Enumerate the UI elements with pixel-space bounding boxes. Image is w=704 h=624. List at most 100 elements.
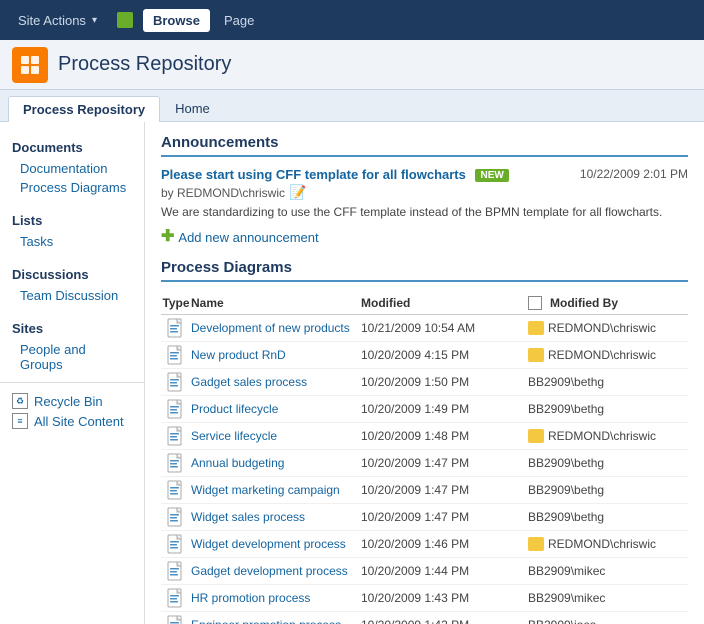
announcement-by: by REDMOND\chriswic 📝: [161, 184, 688, 201]
announcement-body: We are standardizing to use the CFF temp…: [161, 205, 688, 219]
cell-modified: 10/20/2009 1:44 PM: [361, 564, 528, 578]
cell-name[interactable]: New product RnD: [191, 348, 361, 362]
cell-type-icon: [161, 480, 191, 500]
cell-modified-by: REDMOND\chriswic: [528, 429, 688, 443]
cell-modified: 10/20/2009 1:47 PM: [361, 483, 528, 497]
cell-name[interactable]: Gadget sales process: [191, 375, 361, 389]
table-row: New product RnD10/20/2009 4:15 PMREDMOND…: [161, 342, 688, 369]
announcements-title: Announcements: [161, 134, 688, 157]
browse-tab-btn[interactable]: Browse: [143, 9, 210, 32]
cell-name[interactable]: Widget marketing campaign: [191, 483, 361, 497]
all-site-content-label: All Site Content: [34, 414, 124, 429]
cell-modified-by: BB2909\bethg: [528, 510, 688, 524]
cell-type-icon: [161, 588, 191, 608]
settings-icon-btn[interactable]: [111, 8, 139, 32]
cell-type-icon: [161, 372, 191, 392]
cell-name[interactable]: Widget development process: [191, 537, 361, 551]
cell-modified: 10/20/2009 1:47 PM: [361, 510, 528, 524]
diagram-file-icon: [167, 318, 185, 338]
new-badge: NEW: [475, 169, 508, 182]
cell-modified-by: REDMOND\chriswic: [528, 321, 688, 335]
cell-modified-by: REDMOND\chriswic: [528, 537, 688, 551]
cell-name[interactable]: Development of new products: [191, 321, 361, 335]
site-header: Process Repository: [0, 40, 704, 90]
cell-name[interactable]: Gadget development process: [191, 564, 361, 578]
page-label: Page: [224, 13, 254, 28]
diagram-file-icon: [167, 345, 185, 365]
diagram-file-icon: [167, 534, 185, 554]
cell-modified-by: BB2909\bethg: [528, 375, 688, 389]
recycle-bin-icon: ♻: [12, 393, 28, 409]
sidebar-item-team-discussion[interactable]: Team Discussion: [0, 286, 144, 305]
cell-modified-by: BB2909\bethg: [528, 402, 688, 416]
table-row: Engineer promotion process10/20/2009 1:4…: [161, 612, 688, 624]
process-diagrams-table: Type Name Modified Modified By Developme…: [161, 292, 688, 624]
sidebar-item-process-diagrams[interactable]: Process Diagrams: [0, 178, 144, 197]
cell-name[interactable]: HR promotion process: [191, 591, 361, 605]
sidebar-recycle-bin[interactable]: ♻ Recycle Bin: [0, 391, 144, 411]
cell-name[interactable]: Widget sales process: [191, 510, 361, 524]
cell-type-icon: [161, 399, 191, 419]
announcement-title-area: Please start using CFF template for all …: [161, 167, 509, 182]
cell-modified-by: BB2909\mikec: [528, 591, 688, 605]
table-row: Widget development process10/20/2009 1:4…: [161, 531, 688, 558]
cell-type-icon: [161, 507, 191, 527]
cell-modified-by: BB2909\mikec: [528, 564, 688, 578]
site-logo: [12, 47, 48, 83]
diagram-file-icon: [167, 615, 185, 624]
site-title: Process Repository: [58, 53, 231, 76]
sidebar-section-sites: Sites: [0, 313, 144, 340]
add-announcement-label: Add new announcement: [178, 230, 318, 245]
tab-process-repository[interactable]: Process Repository: [8, 96, 160, 122]
table-row: Widget sales process10/20/2009 1:47 PMBB…: [161, 504, 688, 531]
site-actions-label: Site Actions: [18, 13, 86, 28]
tab-bar: Process Repository Home: [0, 90, 704, 122]
table-row: Gadget sales process10/20/2009 1:50 PMBB…: [161, 369, 688, 396]
page-tab-btn[interactable]: Page: [214, 9, 264, 32]
table-rows: Development of new products10/21/2009 10…: [161, 315, 688, 624]
table-header-row: Type Name Modified Modified By: [161, 292, 688, 315]
cell-type-icon: [161, 453, 191, 473]
sidebar: Documents Documentation Process Diagrams…: [0, 122, 145, 624]
user-avatar-icon: [528, 321, 544, 335]
cell-name[interactable]: Product lifecycle: [191, 402, 361, 416]
cell-type-icon: [161, 426, 191, 446]
sidebar-item-documentation[interactable]: Documentation: [0, 159, 144, 178]
diagram-file-icon: [167, 426, 185, 446]
content-area: Announcements Please start using CFF tem…: [145, 122, 704, 624]
cell-name[interactable]: Annual budgeting: [191, 456, 361, 470]
add-announcement-link[interactable]: ✚ Add new announcement: [161, 229, 688, 245]
sidebar-item-tasks[interactable]: Tasks: [0, 232, 144, 251]
cell-modified-by: BB2909\joes: [528, 618, 688, 624]
user-note-icon: 📝: [289, 184, 306, 201]
announcement-date: 10/22/2009 2:01 PM: [580, 167, 688, 181]
cell-modified: 10/21/2009 10:54 AM: [361, 321, 528, 335]
user-avatar-icon: [528, 429, 544, 443]
site-actions-menu[interactable]: Site Actions ▾: [8, 9, 107, 32]
col-modified-by: Modified By: [528, 296, 688, 310]
process-diagrams-title: Process Diagrams: [161, 259, 688, 282]
cell-type-icon: [161, 345, 191, 365]
diagram-file-icon: [167, 507, 185, 527]
user-avatar-icon: [528, 537, 544, 551]
table-row: Widget marketing campaign10/20/2009 1:47…: [161, 477, 688, 504]
tab-home[interactable]: Home: [160, 95, 225, 121]
col-modified: Modified: [361, 296, 528, 310]
cell-type-icon: [161, 534, 191, 554]
cell-modified: 10/20/2009 1:48 PM: [361, 429, 528, 443]
announcement-link[interactable]: Please start using CFF template for all …: [161, 167, 466, 182]
table-row: Annual budgeting10/20/2009 1:47 PMBB2909…: [161, 450, 688, 477]
cell-modified: 10/20/2009 1:49 PM: [361, 402, 528, 416]
diagram-file-icon: [167, 372, 185, 392]
cell-modified-by: REDMOND\chriswic: [528, 348, 688, 362]
diagram-file-icon: [167, 561, 185, 581]
sidebar-item-people-groups[interactable]: People and Groups: [0, 340, 144, 374]
cell-name[interactable]: Engineer promotion process: [191, 618, 361, 624]
modified-by-checkbox[interactable]: [528, 296, 542, 310]
col-type: Type: [161, 296, 191, 310]
cell-name[interactable]: Service lifecycle: [191, 429, 361, 443]
sidebar-all-site-content[interactable]: ≡ All Site Content: [0, 411, 144, 431]
browse-label: Browse: [153, 13, 200, 28]
table-row: Product lifecycle10/20/2009 1:49 PMBB290…: [161, 396, 688, 423]
logo-icon: [19, 54, 41, 76]
